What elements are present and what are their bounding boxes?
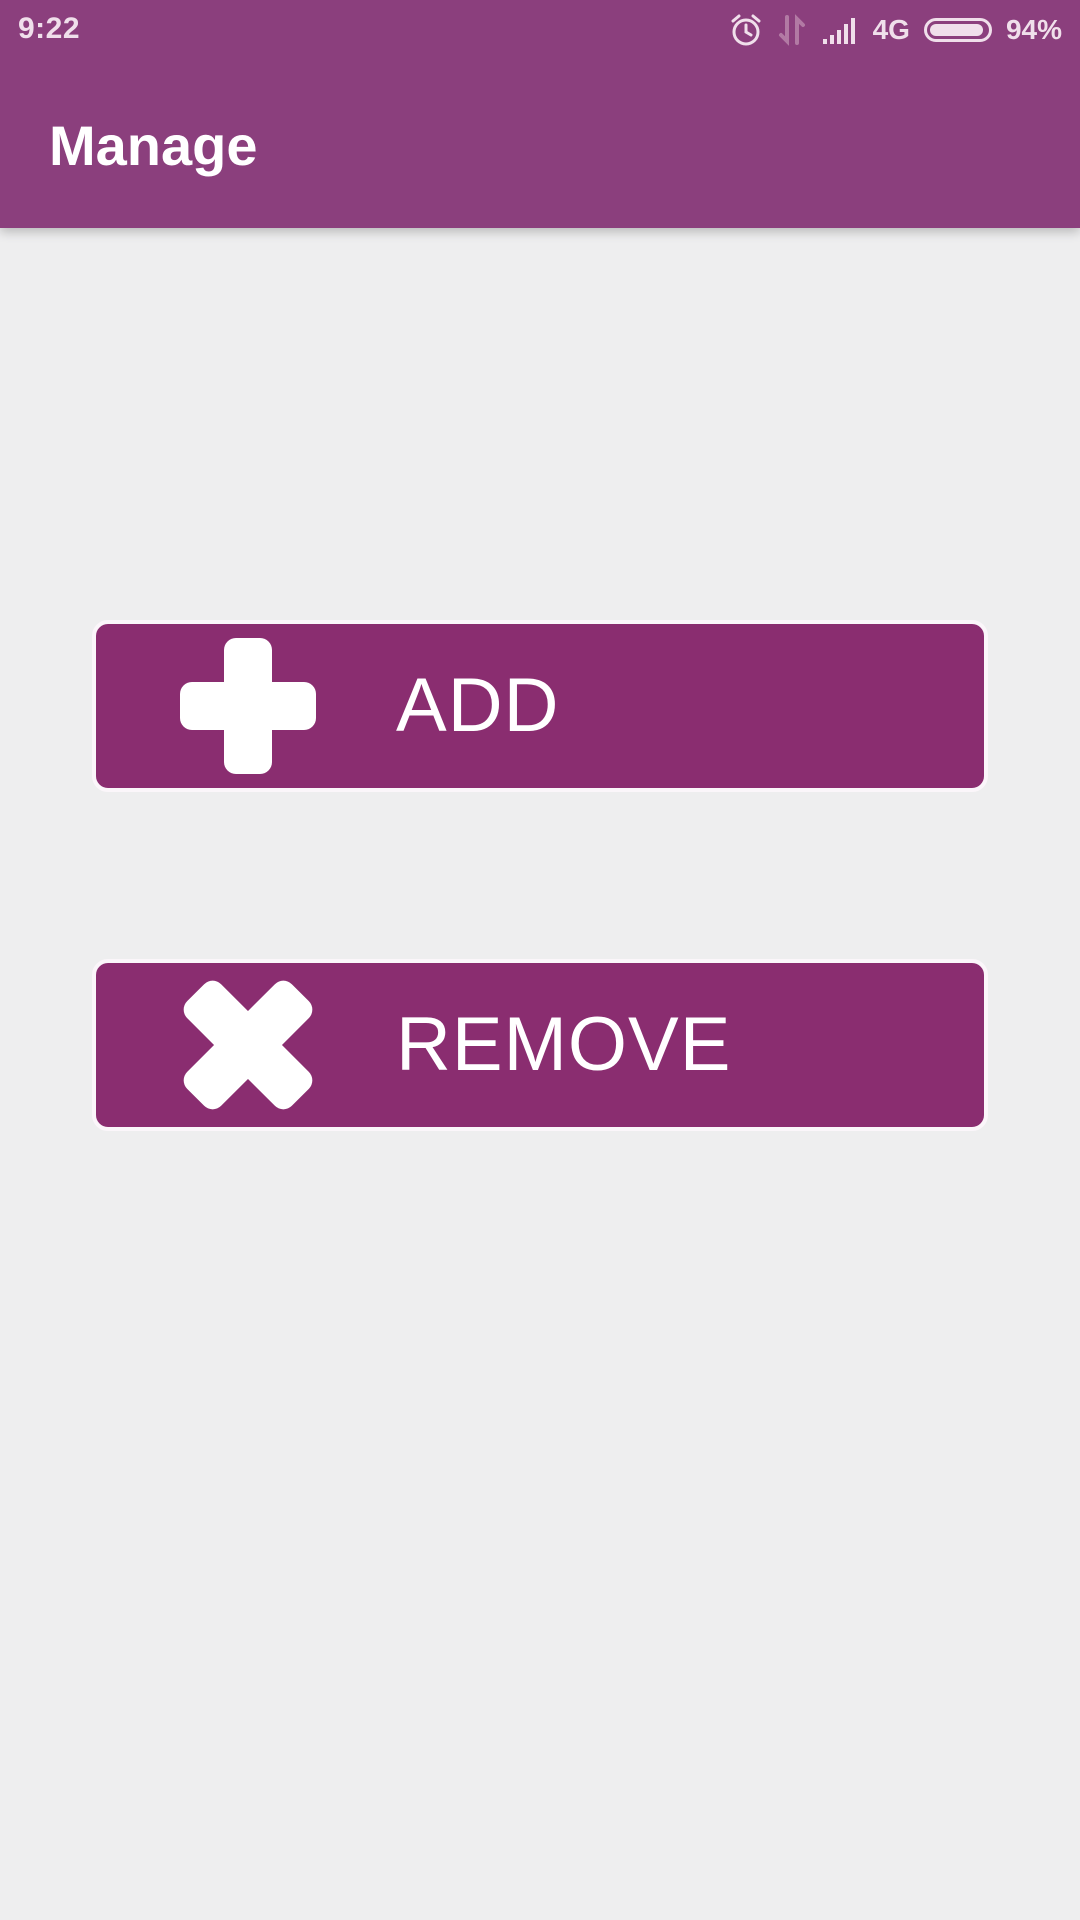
remove-button[interactable]: REMOVE [92, 959, 988, 1131]
add-button[interactable]: ADD [92, 620, 988, 792]
page-title: Manage [49, 114, 258, 177]
x-icon [183, 980, 313, 1110]
battery-icon [923, 18, 992, 42]
remove-button-label: REMOVE [396, 1002, 732, 1087]
plus-icon [180, 638, 316, 774]
app-bar: 9:22 4G 94% Manage [0, 0, 1080, 228]
data-transfer-icon [778, 14, 805, 46]
status-icons: 4G 94% [729, 10, 1062, 50]
battery-percent: 94% [1005, 14, 1062, 45]
battery-level [929, 24, 983, 36]
status-bar: 9:22 4G 94% [0, 0, 1080, 60]
alarm-icon [731, 14, 761, 46]
status-time: 9:22 [18, 12, 81, 45]
network-type: 4G [872, 14, 910, 45]
add-button-label: ADD [396, 663, 560, 748]
signal-icon [822, 18, 855, 44]
